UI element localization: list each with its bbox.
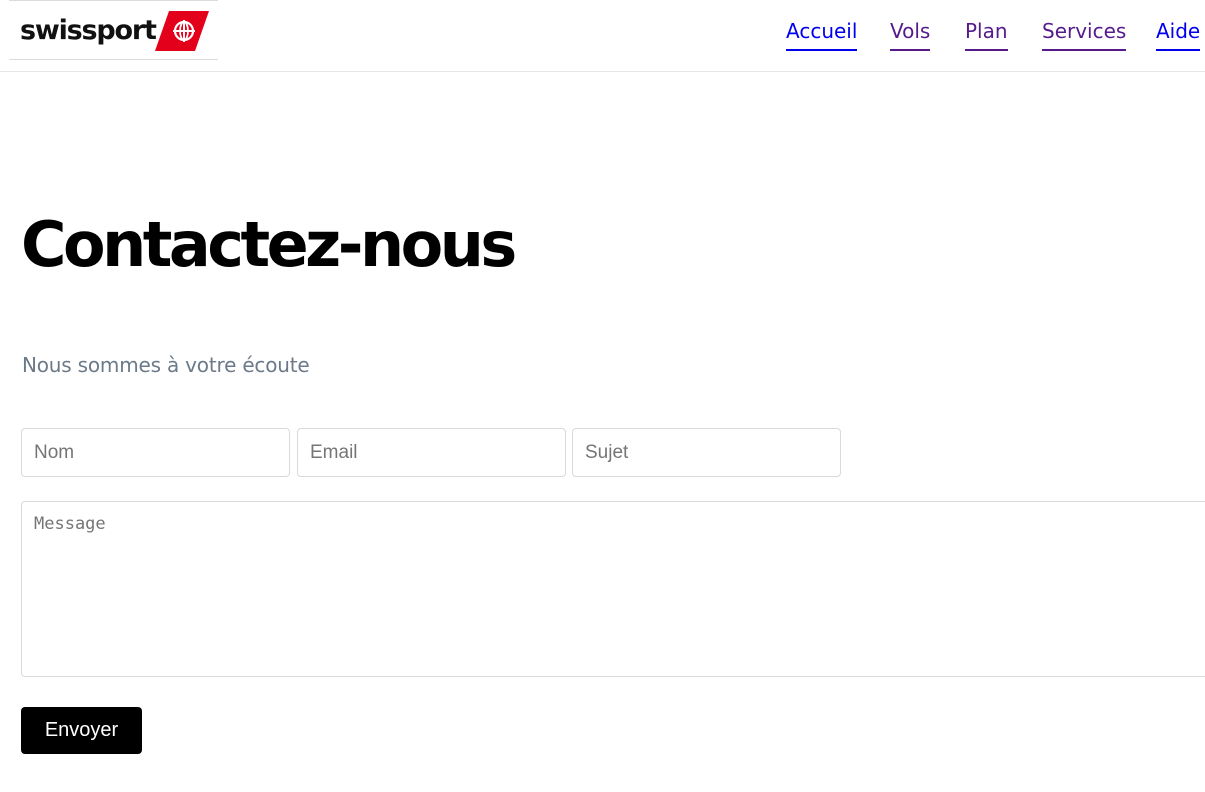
- logo[interactable]: swissport: [9, 0, 218, 60]
- logo-wordmark: swissport: [20, 15, 157, 46]
- nav-link-plan[interactable]: Plan: [965, 17, 1008, 51]
- nav-link-services[interactable]: Services: [1042, 17, 1127, 51]
- nav-link-vols[interactable]: Vols: [890, 17, 931, 51]
- page-title: Contactez-nous: [21, 208, 517, 281]
- submit-button[interactable]: Envoyer: [21, 707, 142, 754]
- top-navigation-bar: swissport Accueil Vols Plan Services Aid…: [0, 0, 1205, 72]
- subject-input[interactable]: [572, 428, 841, 477]
- page-subtitle: Nous sommes à votre écoute: [22, 353, 310, 377]
- email-input[interactable]: [297, 428, 566, 477]
- nav-link-accueil[interactable]: Accueil: [786, 17, 858, 51]
- nav-link-aide[interactable]: Aide: [1156, 17, 1201, 51]
- swissport-globe-logo-icon: [155, 11, 209, 51]
- message-textarea[interactable]: [21, 501, 1205, 677]
- name-input[interactable]: [21, 428, 290, 477]
